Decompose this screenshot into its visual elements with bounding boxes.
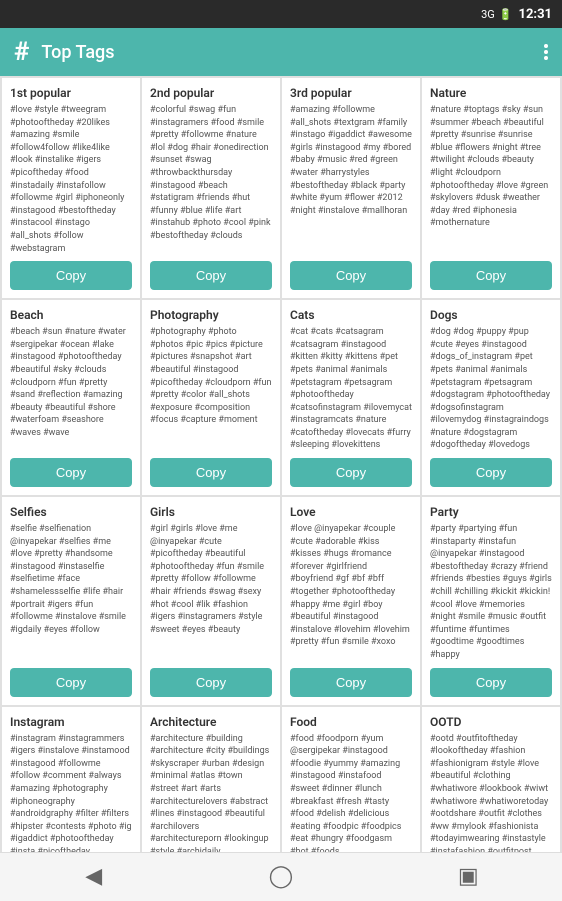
copy-button[interactable]: Copy bbox=[10, 458, 132, 487]
cell-title: Nature bbox=[430, 86, 552, 100]
cell-tags: #instagram #instagrammers #igers #instal… bbox=[10, 733, 132, 852]
cell-tags: #beach #sun #nature #water #sergipekar #… bbox=[10, 326, 132, 452]
cell-tags: #dog #dog #puppy #pup #cute #eyes #insta… bbox=[430, 326, 552, 452]
bottom-nav: ◀ ◯ ▣ bbox=[0, 852, 562, 900]
cell-title: Dogs bbox=[430, 308, 552, 322]
cell-tags: #photography #photo #photos #pic #pics #… bbox=[150, 326, 272, 452]
tag-cell: OOTD #ootd #outfitoftheday #lookoftheday … bbox=[422, 707, 560, 852]
battery-icon: 🔋 bbox=[499, 8, 513, 21]
cell-tags: #love #style #tweegram #photooftheday #2… bbox=[10, 104, 132, 255]
copy-button[interactable]: Copy bbox=[430, 261, 552, 290]
copy-button[interactable]: Copy bbox=[150, 668, 272, 697]
home-button[interactable]: ◯ bbox=[257, 853, 305, 901]
tag-cell: Party #party #partying #fun #instaparty #… bbox=[422, 497, 560, 705]
cell-title: Instagram bbox=[10, 715, 132, 729]
cell-title: OOTD bbox=[430, 715, 552, 729]
time-display: 12:31 bbox=[519, 7, 553, 22]
tag-cell: Girls #girl #girls #love #me @inyapekar #… bbox=[142, 497, 280, 705]
cell-tags: #food #foodporn #yum @sergipekar #instag… bbox=[290, 733, 412, 852]
cell-tags: #girl #girls #love #me @inyapekar #cute … bbox=[150, 523, 272, 662]
recent-button[interactable]: ▣ bbox=[444, 853, 492, 901]
cell-title: 2nd popular bbox=[150, 86, 272, 100]
status-bar: 3G 🔋 12:31 bbox=[0, 0, 562, 28]
cell-title: Food bbox=[290, 715, 412, 729]
cell-title: Photography bbox=[150, 308, 272, 322]
cell-title: Love bbox=[290, 505, 412, 519]
tag-cell: Nature #nature #toptags #sky #sun #summer… bbox=[422, 78, 560, 298]
signal-icon: 3G bbox=[481, 8, 495, 21]
copy-button[interactable]: Copy bbox=[150, 458, 272, 487]
hash-icon: # bbox=[14, 39, 29, 65]
copy-button[interactable]: Copy bbox=[290, 458, 412, 487]
cell-title: Girls bbox=[150, 505, 272, 519]
cell-tags: #cat #cats #catsagram #catsagram #instag… bbox=[290, 326, 412, 452]
cell-title: Cats bbox=[290, 308, 412, 322]
tag-cell: Dogs #dog #dog #puppy #pup #cute #eyes #i… bbox=[422, 300, 560, 495]
cell-tags: #love @inyapekar #couple #cute #adorable… bbox=[290, 523, 412, 662]
top-bar: # Top Tags bbox=[0, 28, 562, 76]
tag-cell: Cats #cat #cats #catsagram #catsagram #in… bbox=[282, 300, 420, 495]
tag-cell: 3rd popular #amazing #followme #all_shots… bbox=[282, 78, 420, 298]
cell-title: Beach bbox=[10, 308, 132, 322]
cell-tags: #selfie #selfienation @inyapekar #selfie… bbox=[10, 523, 132, 662]
cell-tags: #architecture #building #architecture #c… bbox=[150, 733, 272, 852]
cell-tags: #party #partying #fun #instaparty #insta… bbox=[430, 523, 552, 662]
copy-button[interactable]: Copy bbox=[430, 668, 552, 697]
copy-button[interactable]: Copy bbox=[150, 261, 272, 290]
cell-tags: #colorful #swag #fun #instagramers #food… bbox=[150, 104, 272, 255]
cell-tags: #ootd #outfitoftheday #lookoftheday #fas… bbox=[430, 733, 552, 852]
cell-tags: #nature #toptags #sky #sun #summer #beac… bbox=[430, 104, 552, 255]
tag-cell: 2nd popular #colorful #swag #fun #instagr… bbox=[142, 78, 280, 298]
cell-title: 1st popular bbox=[10, 86, 132, 100]
cell-title: Selfies bbox=[10, 505, 132, 519]
tag-cell: 1st popular #love #style #tweegram #photo… bbox=[2, 78, 140, 298]
more-options-button[interactable] bbox=[544, 44, 548, 60]
copy-button[interactable]: Copy bbox=[10, 261, 132, 290]
cell-title: Party bbox=[430, 505, 552, 519]
tag-cell: Instagram #instagram #instagrammers #iger… bbox=[2, 707, 140, 852]
status-icons: 3G 🔋 bbox=[481, 8, 512, 21]
tag-cell: Selfies #selfie #selfienation @inyapekar … bbox=[2, 497, 140, 705]
tag-cell: Architecture #architecture #building #arc… bbox=[142, 707, 280, 852]
copy-button[interactable]: Copy bbox=[290, 668, 412, 697]
tag-cell: Love #love @inyapekar #couple #cute #ador… bbox=[282, 497, 420, 705]
copy-button[interactable]: Copy bbox=[290, 261, 412, 290]
tags-grid: 1st popular #love #style #tweegram #photo… bbox=[0, 76, 562, 852]
copy-button[interactable]: Copy bbox=[10, 668, 132, 697]
cell-title: 3rd popular bbox=[290, 86, 412, 100]
cell-title: Architecture bbox=[150, 715, 272, 729]
tag-cell: Beach #beach #sun #nature #water #sergipe… bbox=[2, 300, 140, 495]
back-button[interactable]: ◀ bbox=[70, 853, 118, 901]
copy-button[interactable]: Copy bbox=[430, 458, 552, 487]
tag-cell: Food #food #foodporn #yum @sergipekar #in… bbox=[282, 707, 420, 852]
cell-tags: #amazing #followme #all_shots #textgram … bbox=[290, 104, 412, 255]
tag-cell: Photography #photography #photo #photos #… bbox=[142, 300, 280, 495]
app-title: Top Tags bbox=[41, 42, 532, 63]
